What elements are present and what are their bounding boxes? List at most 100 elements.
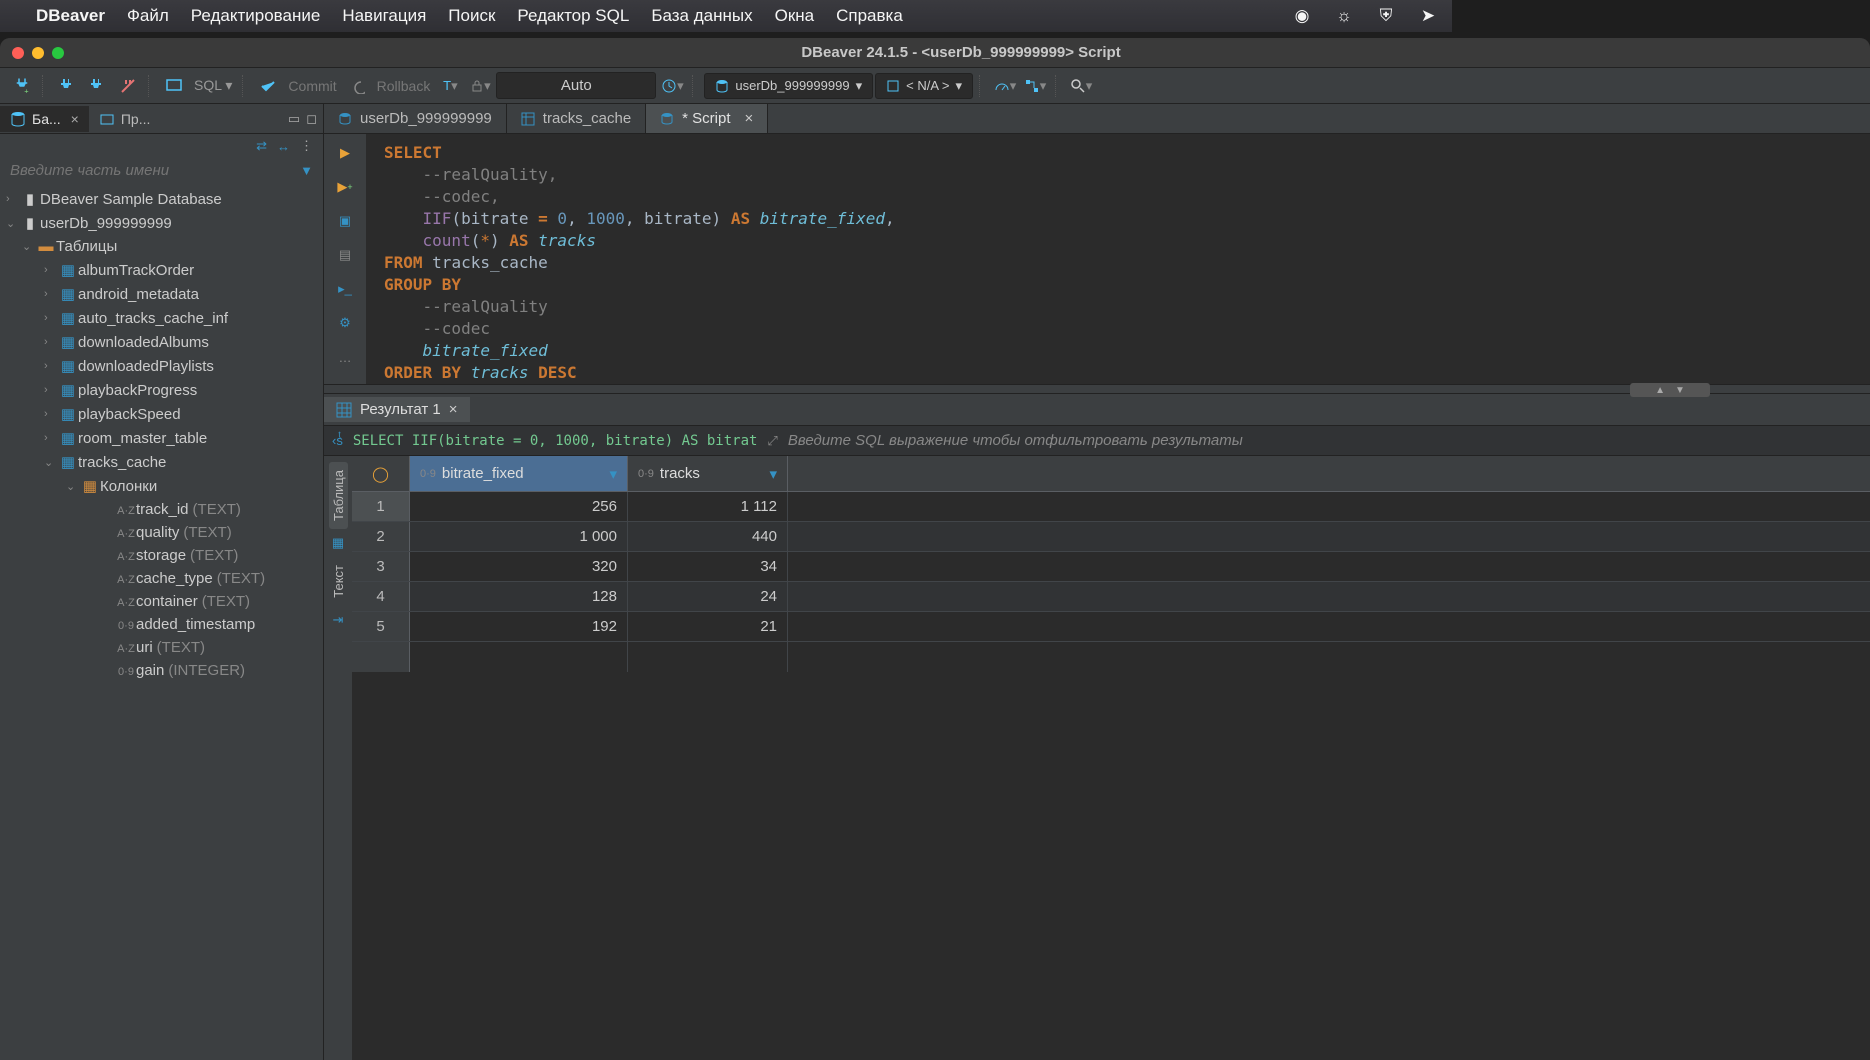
result-vtab-text[interactable]: Текст <box>329 557 348 606</box>
tree-table[interactable]: ›▦room_master_table <box>0 426 323 450</box>
table-row[interactable]: 12561 112 <box>352 492 1870 522</box>
more-icon[interactable]: … <box>334 346 356 368</box>
shield-icon[interactable]: ⛨ <box>1376 6 1396 26</box>
tree-table[interactable]: ›▦auto_tracks_cache_inf <box>0 306 323 330</box>
menu-window[interactable]: Окна <box>775 6 815 26</box>
menu-edit[interactable]: Редактирование <box>191 6 321 26</box>
screen-record-icon[interactable]: ◉ <box>1292 6 1312 26</box>
search-button[interactable]: ▾ <box>1067 72 1095 100</box>
grid-mode-icon[interactable]: ▦ <box>332 535 344 551</box>
result-grid[interactable]: ◯ 0·9bitrate_fixed▾ 0·9tracks▾ 12561 112… <box>352 456 1870 1060</box>
minimize-window-button[interactable] <box>32 47 44 59</box>
result-tab[interactable]: Результат 1 × <box>324 397 470 422</box>
cell[interactable]: 1 000 <box>410 522 628 551</box>
filter-icon[interactable]: ▼ <box>300 163 313 178</box>
cell[interactable]: 128 <box>410 582 628 611</box>
lock-button[interactable]: ▾ <box>466 72 494 100</box>
menu-database[interactable]: База данных <box>651 6 752 26</box>
commit-button[interactable] <box>254 72 282 100</box>
reconnect-button[interactable] <box>84 72 112 100</box>
row-number[interactable]: 4 <box>352 582 410 611</box>
tree-tables-folder[interactable]: ⌄▬Таблицы <box>0 235 323 258</box>
sort-icon[interactable]: ▾ <box>769 465 777 483</box>
connection-select[interactable]: userDb_999999999 ▾ <box>704 73 873 99</box>
mark-all-icon[interactable]: ◯ <box>372 465 389 483</box>
close-window-button[interactable] <box>12 47 24 59</box>
disconnect-button[interactable] <box>114 72 142 100</box>
result-filter-input[interactable]: Введите SQL выражение чтобы отфильтроват… <box>788 432 1862 449</box>
tree-column[interactable]: A·Zcache_type(TEXT) <box>0 567 323 590</box>
tree-column[interactable]: 0·9added_timestamp <box>0 613 323 636</box>
result-vtab-table[interactable]: Таблица <box>329 462 348 529</box>
tree-table[interactable]: ›▦downloadedPlaylists <box>0 354 323 378</box>
expand-icon[interactable]: ⤢ <box>767 433 777 449</box>
tree-column[interactable]: 0·9gain(INTEGER) <box>0 659 323 682</box>
row-number[interactable]: 3 <box>352 552 410 581</box>
tree-connection[interactable]: ›▮DBeaver Sample Database <box>0 187 323 211</box>
menu-search[interactable]: Поиск <box>448 6 495 26</box>
tree-column[interactable]: A·Ztrack_id(TEXT) <box>0 498 323 521</box>
execute-script-button[interactable]: ▶+ <box>334 176 356 198</box>
tree-column[interactable]: A·Zstorage(TEXT) <box>0 544 323 567</box>
telegram-icon[interactable]: ➤ <box>1418 6 1438 26</box>
table-row[interactable]: 519221 <box>352 612 1870 642</box>
cell[interactable]: 192 <box>410 612 628 641</box>
maximize-pane-icon[interactable]: ◻ <box>306 111 317 127</box>
tree-table[interactable]: ›▦albumTrackOrder <box>0 258 323 282</box>
sql-console-button[interactable] <box>160 72 188 100</box>
navigator-filter-input[interactable] <box>10 162 300 179</box>
row-number[interactable]: 5 <box>352 612 410 641</box>
tree-column[interactable]: A·Zcontainer(TEXT) <box>0 590 323 613</box>
collapse-all-icon[interactable]: ↔ <box>277 139 290 154</box>
diagram-button[interactable]: ▾ <box>1021 72 1049 100</box>
table-row[interactable]: 332034 <box>352 552 1870 582</box>
editor-tab[interactable]: userDb_999999999 <box>324 104 507 133</box>
sidebar-tab-projects[interactable]: Пр... <box>89 106 161 132</box>
sidebar-tab-databases[interactable]: Ба...× <box>0 106 89 132</box>
column-header[interactable]: 0·9bitrate_fixed▾ <box>410 456 628 491</box>
tree-table[interactable]: ⌄▦tracks_cache <box>0 450 323 474</box>
menu-help[interactable]: Справка <box>836 6 903 26</box>
history-button[interactable]: ▾ <box>658 72 686 100</box>
execute-statement-button[interactable]: ▶ <box>334 142 356 164</box>
cell[interactable]: 21 <box>628 612 788 641</box>
brightness-icon[interactable]: ☼ <box>1334 6 1354 26</box>
menu-sql-editor[interactable]: Редактор SQL <box>517 6 629 26</box>
tree-column[interactable]: A·Zuri(TEXT) <box>0 636 323 659</box>
maximize-window-button[interactable] <box>52 47 64 59</box>
menubar-app-name[interactable]: DBeaver <box>36 6 105 26</box>
sort-icon[interactable]: ▾ <box>609 465 617 483</box>
cell[interactable]: 320 <box>410 552 628 581</box>
sql-dropdown[interactable]: SQL ▾ <box>190 77 236 94</box>
close-icon[interactable]: × <box>71 111 79 127</box>
column-header[interactable]: 0·9tracks▾ <box>628 456 788 491</box>
tree-table[interactable]: ›▦playbackSpeed <box>0 402 323 426</box>
sql-editor[interactable]: ▶ ▶+ ▣ ▤ ▸_ ⚙ … SELECT --realQuality, --… <box>324 134 1870 384</box>
table-row[interactable]: 21 000440 <box>352 522 1870 552</box>
record-mode-icon[interactable]: ⇥ <box>333 612 344 628</box>
close-icon[interactable]: × <box>745 110 754 127</box>
menu-file[interactable]: Файл <box>127 6 169 26</box>
cell[interactable]: 440 <box>628 522 788 551</box>
show-console-button[interactable]: ▸_ <box>334 278 356 300</box>
table-row[interactable]: 412824 <box>352 582 1870 612</box>
cell[interactable]: 24 <box>628 582 788 611</box>
view-menu-icon[interactable]: ⋮ <box>300 138 313 154</box>
tree-connection[interactable]: ⌄▮userDb_999999999 <box>0 211 323 235</box>
navigator-tree[interactable]: ›▮DBeaver Sample Database ⌄▮userDb_99999… <box>0 183 323 1060</box>
tree-table[interactable]: ›▦playbackProgress <box>0 378 323 402</box>
cell[interactable]: 34 <box>628 552 788 581</box>
explain-plan-button[interactable]: ▣ <box>334 210 356 232</box>
row-number[interactable]: 1 <box>352 492 410 521</box>
commit-mode-select[interactable]: Auto <box>496 72 656 99</box>
cell[interactable]: 1 112 <box>628 492 788 521</box>
editor-tab[interactable]: tracks_cache <box>507 104 646 133</box>
tree-table[interactable]: ›▦downloadedAlbums <box>0 330 323 354</box>
dashboard-button[interactable]: ▾ <box>991 72 1019 100</box>
editor-tab[interactable]: * Script× <box>646 104 768 133</box>
tree-columns-folder[interactable]: ⌄▦Колонки <box>0 474 323 498</box>
cell[interactable]: 256 <box>410 492 628 521</box>
close-icon[interactable]: × <box>449 401 458 418</box>
rollback-button[interactable] <box>343 72 371 100</box>
tree-table[interactable]: ›▦android_metadata <box>0 282 323 306</box>
